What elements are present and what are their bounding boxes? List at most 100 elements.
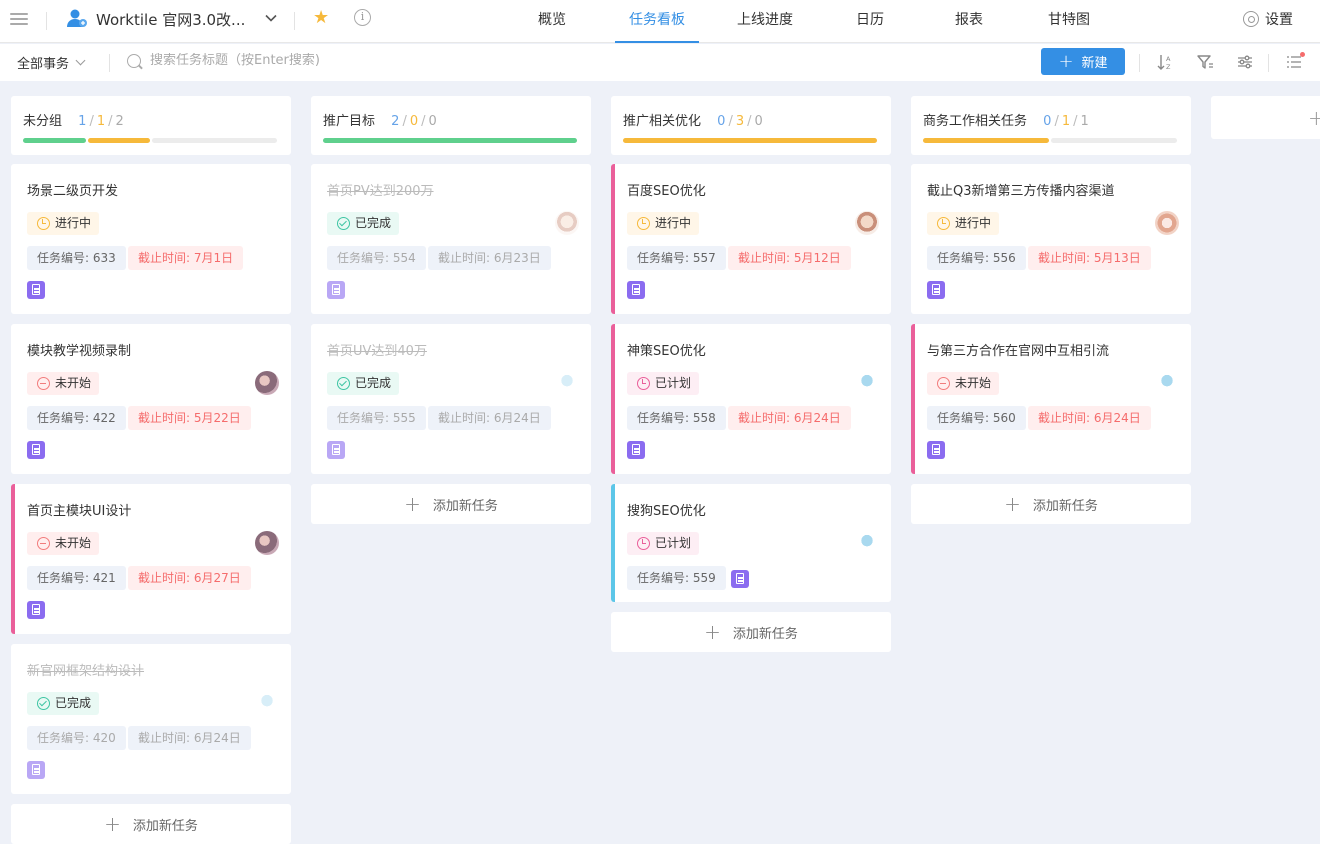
assignee-avatar[interactable] <box>1155 211 1179 235</box>
task-title[interactable]: 首页主模块UI设计 <box>27 500 131 519</box>
info-icon[interactable]: i <box>354 9 371 26</box>
column-progress-bar <box>323 138 577 143</box>
status-badge[interactable]: 已完成 <box>327 212 400 235</box>
top-bar: Worktile 官网3.0改... ★ i 概览 任务看板 上线进度 日历 报… <box>0 0 1320 43</box>
task-title[interactable]: 首页UV达到40万 <box>327 340 427 359</box>
column-title: 商务工作相关任务 <box>923 114 1028 129</box>
task-number-tag: 任务编号: 557 <box>627 246 726 270</box>
task-title[interactable]: 神策SEO优化 <box>627 340 706 359</box>
assignee-avatar[interactable] <box>255 691 279 715</box>
status-badge[interactable]: 未开始 <box>27 372 100 395</box>
tab-task-board[interactable]: 任务看板 <box>615 9 699 43</box>
due-date-tag: 截止时间: 6月24日 <box>728 406 851 430</box>
status-badge[interactable]: 进行中 <box>927 212 1000 235</box>
task-title[interactable]: 与第三方合作在官网中互相引流 <box>927 340 1109 359</box>
tab-launch-progress[interactable]: 上线进度 <box>737 9 793 43</box>
tab-calendar[interactable]: 日历 <box>856 9 884 43</box>
filter-icon[interactable] <box>1196 53 1214 71</box>
task-card[interactable]: 神策SEO优化 已计划 任务编号: 558 截止时间: 6月24日 <box>611 324 891 474</box>
assignee-avatar[interactable] <box>555 371 579 395</box>
assignee-avatar[interactable] <box>855 371 879 395</box>
menu-icon[interactable] <box>10 11 28 27</box>
status-icon <box>37 377 50 390</box>
task-number-tag: 任务编号: 560 <box>927 406 1026 430</box>
column-header[interactable]: 未分组 1/1/2 <box>11 96 291 155</box>
adjust-icon[interactable] <box>1236 53 1254 71</box>
new-button[interactable]: + 新建 <box>1041 48 1125 75</box>
assignee-avatar[interactable] <box>555 211 579 235</box>
done-count: 2 <box>391 114 400 129</box>
add-task-button[interactable]: + 添加新任务 <box>311 484 591 524</box>
column-header[interactable]: 推广相关优化 0/3/0 <box>611 96 891 155</box>
task-card[interactable]: 模块教学视频录制 未开始 任务编号: 422 截止时间: 5月22日 <box>11 324 291 474</box>
assignee-avatar[interactable] <box>855 531 879 555</box>
plus-icon: + <box>1058 50 1074 72</box>
task-title[interactable]: 搜狗SEO优化 <box>627 500 706 519</box>
plus-icon: + <box>404 492 421 516</box>
status-badge[interactable]: 已计划 <box>627 532 700 555</box>
task-card[interactable]: 首页UV达到40万 已完成 任务编号: 555 截止时间: 6月24日 <box>311 324 591 474</box>
due-date-tag: 截止时间: 5月12日 <box>728 246 851 270</box>
assignee-avatar[interactable] <box>255 371 279 395</box>
svg-text:Z: Z <box>1166 63 1171 71</box>
search-input[interactable] <box>150 53 550 68</box>
progress-segment <box>152 138 277 143</box>
status-badge[interactable]: 已完成 <box>327 372 400 395</box>
task-title[interactable]: 场景二级页开发 <box>27 180 118 199</box>
add-task-label: 添加新任务 <box>432 498 498 514</box>
status-badge[interactable]: 未开始 <box>927 372 1000 395</box>
add-task-label: 添加新任务 <box>732 626 798 642</box>
task-title[interactable]: 新官网框架结构设计 <box>27 660 144 679</box>
column-progress-bar <box>623 138 877 143</box>
in-progress-count: 1 <box>1061 114 1071 129</box>
tab-overview[interactable]: 概览 <box>538 9 566 43</box>
task-title[interactable]: 首页PV达到200万 <box>327 180 434 199</box>
task-card[interactable]: 首页主模块UI设计 未开始 任务编号: 421 截止时间: 6月27日 <box>11 484 291 634</box>
settings-button[interactable]: 设置 <box>1243 9 1293 29</box>
board-column: 推广相关优化 0/3/0 百度SEO优化 进行中 任务编号: 557 截止时间:… <box>611 96 891 652</box>
column-header[interactable]: 商务工作相关任务 0/1/1 <box>911 96 1191 155</box>
task-number-tag: 任务编号: 633 <box>27 246 126 270</box>
assignee-avatar[interactable] <box>1155 371 1179 395</box>
assignee-avatar[interactable] <box>855 211 879 235</box>
filter-dropdown[interactable]: 全部事务 <box>17 53 86 72</box>
priority-bar <box>611 484 615 602</box>
task-title[interactable]: 百度SEO优化 <box>627 180 706 199</box>
column-header[interactable]: 推广目标 2/0/0 <box>311 96 591 155</box>
status-icon <box>37 537 50 550</box>
sort-icon[interactable]: A Z <box>1156 53 1174 71</box>
tab-gantt[interactable]: 甘特图 <box>1048 9 1090 43</box>
task-title[interactable]: 模块教学视频录制 <box>27 340 131 359</box>
task-card[interactable]: 新官网框架结构设计 已完成 任务编号: 420 截止时间: 6月24日 <box>11 644 291 794</box>
task-card[interactable]: 百度SEO优化 进行中 任务编号: 557 截止时间: 5月12日 <box>611 164 891 314</box>
add-task-button[interactable]: + 添加新任务 <box>911 484 1191 524</box>
clipboard-icon <box>27 441 45 459</box>
task-card[interactable]: 场景二级页开发 进行中 任务编号: 633 截止时间: 7月1日 <box>11 164 291 314</box>
status-badge[interactable]: 已完成 <box>27 692 100 715</box>
task-number-tag: 任务编号: 422 <box>27 406 126 430</box>
status-badge[interactable]: 已计划 <box>627 372 700 395</box>
status-badge[interactable]: 进行中 <box>627 212 700 235</box>
status-label: 已完成 <box>355 376 392 390</box>
star-icon[interactable]: ★ <box>313 9 329 27</box>
status-badge[interactable]: 进行中 <box>27 212 100 235</box>
task-card[interactable]: 截止Q3新增第三方传播内容渠道 进行中 任务编号: 556 截止时间: 5月13… <box>911 164 1191 314</box>
task-card[interactable]: 与第三方合作在官网中互相引流 未开始 任务编号: 560 截止时间: 6月24日 <box>911 324 1191 474</box>
status-icon <box>37 217 50 230</box>
chevron-down-icon[interactable] <box>264 11 278 25</box>
tab-reports[interactable]: 报表 <box>955 9 983 43</box>
task-card[interactable]: 搜狗SEO优化 已计划 任务编号: 559 <box>611 484 891 602</box>
task-card[interactable]: 首页PV达到200万 已完成 任务编号: 554 截止时间: 6月23日 <box>311 164 591 314</box>
assignee-avatar[interactable] <box>255 531 279 555</box>
project-title[interactable]: Worktile 官网3.0改... <box>96 9 246 30</box>
status-label: 进行中 <box>955 216 992 230</box>
add-column-button[interactable]: + <box>1211 96 1320 139</box>
add-task-button[interactable]: + 添加新任务 <box>611 612 891 652</box>
column-counts: 2/0/0 <box>391 114 437 129</box>
status-badge[interactable]: 未开始 <box>27 532 100 555</box>
task-title[interactable]: 截止Q3新增第三方传播内容渠道 <box>927 180 1115 199</box>
settings-label: 设置 <box>1265 12 1293 28</box>
task-number-tag: 任务编号: 559 <box>627 566 726 590</box>
progress-segment <box>1051 138 1177 143</box>
add-task-button[interactable]: + 添加新任务 <box>11 804 291 844</box>
